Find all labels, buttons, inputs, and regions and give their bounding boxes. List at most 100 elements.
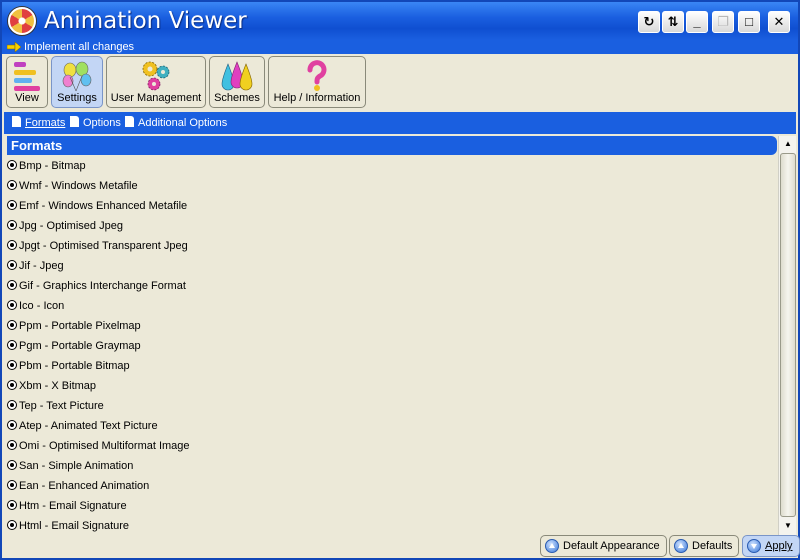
format-label: Pgm - Portable Graymap: [19, 340, 141, 352]
document-icon: [125, 116, 134, 127]
subtab-options[interactable]: Options: [70, 116, 121, 130]
maximize-button[interactable]: □: [738, 11, 760, 33]
restore-button: ❐: [712, 11, 734, 33]
tool-label: Settings: [57, 92, 97, 104]
minimize-button[interactable]: _: [686, 11, 708, 33]
arrow-right-icon: [7, 42, 21, 52]
subtab-label: Options: [83, 117, 121, 129]
implement-all-changes-link[interactable]: Implement all changes: [24, 40, 134, 54]
settings-subtabs: Formats Options Additional Options: [4, 112, 796, 134]
format-label: Tep - Text Picture: [19, 400, 104, 412]
window-title: Animation Viewer: [44, 8, 247, 34]
radio-icon[interactable]: [7, 340, 17, 350]
tool-user-management-button[interactable]: User Management: [106, 56, 206, 108]
format-option[interactable]: Xbm - X Bitmap: [7, 376, 773, 396]
subtab-label: Formats: [25, 117, 66, 129]
apply-button[interactable]: Apply: [742, 535, 800, 557]
radio-icon[interactable]: [7, 420, 17, 430]
cycle-icon[interactable]: ↻: [638, 11, 660, 33]
subtab-formats[interactable]: Formats: [12, 116, 65, 130]
question-mark-icon: [307, 60, 327, 91]
format-label: Jpgt - Optimised Transparent Jpeg: [19, 240, 188, 252]
button-label: Apply: [765, 540, 793, 552]
tool-help-button[interactable]: Help / Information: [268, 56, 366, 108]
format-label: Omi - Optimised Multiformat Image: [19, 440, 190, 452]
format-option[interactable]: Pgm - Portable Graymap: [7, 336, 773, 356]
gears-icon: [142, 61, 170, 91]
tool-label: Schemes: [214, 92, 260, 104]
format-option[interactable]: Ean - Enhanced Animation: [7, 476, 773, 496]
radio-icon[interactable]: [7, 240, 17, 250]
arrow-down-circle-icon: [747, 539, 761, 553]
radio-icon[interactable]: [7, 500, 17, 510]
format-label: Bmp - Bitmap: [19, 160, 86, 172]
radio-icon[interactable]: [7, 480, 17, 490]
format-option[interactable]: Jpg - Optimised Jpeg: [7, 216, 773, 236]
format-option[interactable]: Pbm - Portable Bitmap: [7, 356, 773, 376]
scroll-up-button[interactable]: ▲: [780, 136, 796, 152]
radio-icon[interactable]: [7, 260, 17, 270]
format-option[interactable]: Htm - Email Signature: [7, 496, 773, 516]
title-bar[interactable]: Animation Viewer ↻ ⇅ _ ❐ □ ✕: [2, 2, 798, 40]
format-option[interactable]: Bmp - Bitmap: [7, 156, 773, 176]
format-option[interactable]: Omi - Optimised Multiformat Image: [7, 436, 773, 456]
document-icon: [70, 116, 79, 127]
subtab-label: Additional Options: [138, 117, 228, 129]
close-button[interactable]: ✕: [768, 11, 790, 33]
tool-label: Help / Information: [273, 92, 361, 104]
radio-icon[interactable]: [7, 220, 17, 230]
radio-icon[interactable]: [7, 360, 17, 370]
arrow-up-circle-icon: [674, 539, 688, 553]
format-option[interactable]: Ico - Icon: [7, 296, 773, 316]
format-option[interactable]: Html - Email Signature: [7, 516, 773, 536]
format-option[interactable]: San - Simple Animation: [7, 456, 773, 476]
format-label: Xbm - X Bitmap: [19, 380, 97, 392]
format-label: Ean - Enhanced Animation: [19, 480, 150, 492]
vertical-scrollbar[interactable]: ▲ ▼: [778, 136, 796, 536]
radio-icon[interactable]: [7, 400, 17, 410]
ink-drops-icon: [221, 61, 253, 91]
radio-icon[interactable]: [7, 200, 17, 210]
radio-icon[interactable]: [7, 320, 17, 330]
format-label: Emf - Windows Enhanced Metafile: [19, 200, 188, 212]
sort-icon[interactable]: ⇅: [662, 11, 684, 33]
format-option[interactable]: Gif - Graphics Interchange Format: [7, 276, 773, 296]
format-option[interactable]: Wmf - Windows Metafile: [7, 176, 773, 196]
format-option[interactable]: Jpgt - Optimised Transparent Jpeg: [7, 236, 773, 256]
format-label: Htm - Email Signature: [19, 500, 127, 512]
radio-icon[interactable]: [7, 440, 17, 450]
scroll-thumb[interactable]: [780, 153, 796, 517]
defaults-button[interactable]: Defaults: [669, 535, 740, 557]
format-option[interactable]: Ppm - Portable Pixelmap: [7, 316, 773, 336]
radio-icon[interactable]: [7, 520, 17, 530]
format-option[interactable]: Atep - Animated Text Picture: [7, 416, 773, 436]
button-label: Defaults: [692, 540, 733, 552]
tool-view-button[interactable]: View: [6, 56, 48, 108]
app-window: Animation Viewer ↻ ⇅ _ ❐ □ ✕ Implement a…: [0, 0, 800, 560]
format-label: Jif - Jpeg: [19, 260, 64, 272]
format-label: San - Simple Animation: [19, 460, 134, 472]
format-option[interactable]: Jif - Jpeg: [7, 256, 773, 276]
format-label: Ico - Icon: [19, 300, 65, 312]
default-appearance-button[interactable]: Default Appearance: [540, 535, 667, 557]
implement-bar[interactable]: Implement all changes: [2, 40, 798, 54]
section-title: Formats: [7, 136, 777, 155]
formats-list: Bmp - Bitmap Wmf - Windows Metafile Emf - …: [7, 156, 773, 536]
tool-schemes-button[interactable]: Schemes: [209, 56, 265, 108]
balloons-icon: [62, 61, 92, 92]
scroll-down-button[interactable]: ▼: [780, 518, 796, 534]
tool-label: User Management: [110, 92, 202, 104]
content-panel: Formats Bmp - Bitmap Wmf - Windows Metafi…: [4, 136, 796, 536]
app-logo-icon[interactable]: [8, 7, 36, 35]
subtab-additional-options[interactable]: Additional Options: [125, 116, 227, 130]
tool-settings-button[interactable]: Settings: [51, 56, 103, 108]
radio-icon[interactable]: [7, 160, 17, 170]
radio-icon[interactable]: [7, 300, 17, 310]
radio-icon[interactable]: [7, 380, 17, 390]
format-label: Atep - Animated Text Picture: [19, 420, 158, 432]
format-option[interactable]: Tep - Text Picture: [7, 396, 773, 416]
radio-icon[interactable]: [7, 280, 17, 290]
radio-icon[interactable]: [7, 460, 17, 470]
radio-icon[interactable]: [7, 180, 17, 190]
format-option[interactable]: Emf - Windows Enhanced Metafile: [7, 196, 773, 216]
